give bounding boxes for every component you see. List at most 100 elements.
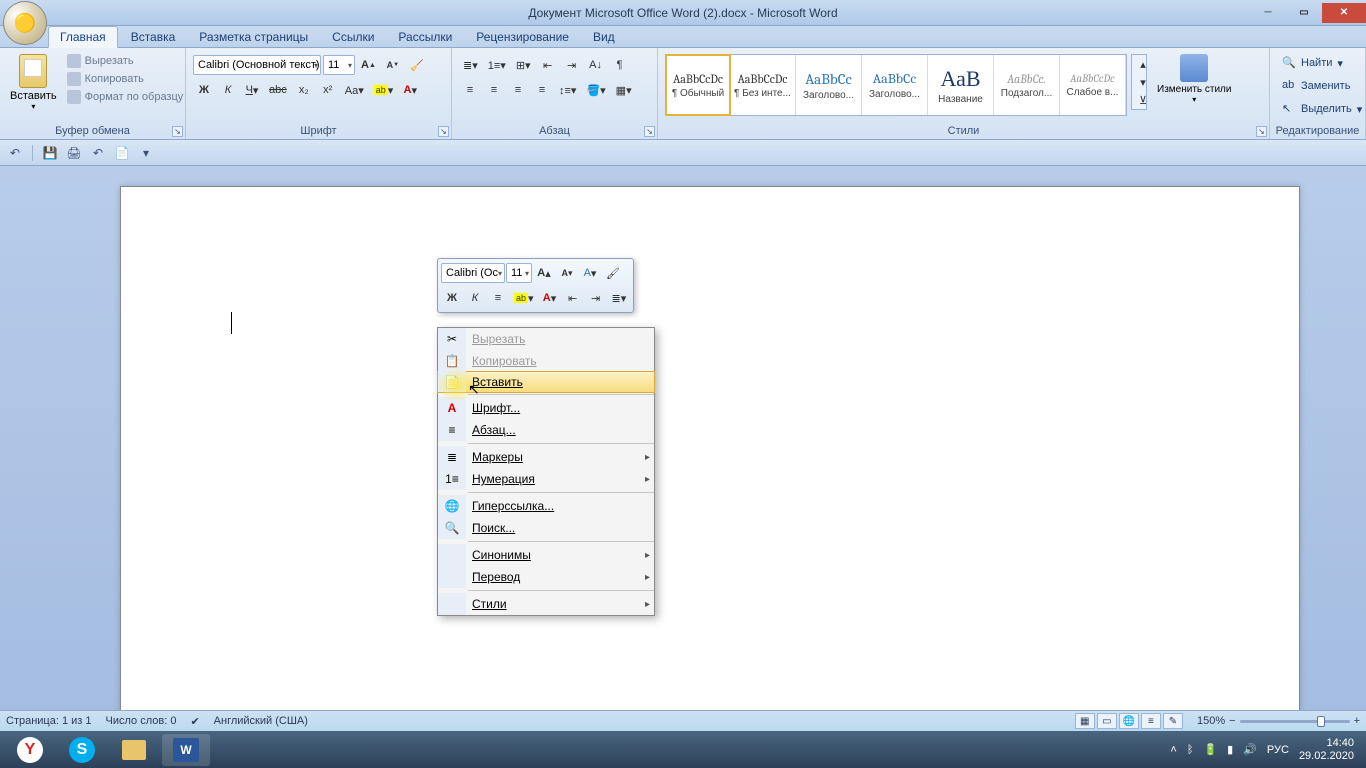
font-size-combo[interactable]: 11 (323, 55, 355, 75)
qat-new-button[interactable]: 📄 (113, 144, 131, 162)
ctx-bullets[interactable]: ≣ Маркеры ▸ (438, 446, 654, 468)
grow-font-button[interactable]: A▲ (357, 54, 380, 76)
status-proofing-icon[interactable]: ✔ (190, 715, 199, 728)
tray-battery-icon[interactable]: 🔋 (1203, 743, 1217, 756)
increase-indent-button[interactable]: ⇥ (561, 54, 583, 76)
tray-volume-icon[interactable]: 🔊 (1243, 743, 1257, 756)
align-left-button[interactable]: ≡ (459, 79, 481, 101)
copy-button[interactable]: Копировать (63, 70, 188, 88)
mini-format-painter[interactable]: 🖌 (602, 262, 624, 284)
borders-button[interactable]: ▦▾ (612, 79, 636, 101)
zoom-level[interactable]: 150% (1197, 715, 1225, 727)
style-item[interactable]: AaBbCcЗаголово... (796, 55, 862, 115)
tray-keyboard[interactable]: РУС (1267, 744, 1289, 756)
font-name-combo[interactable]: Calibri (Основной текст) (193, 55, 321, 75)
show-marks-button[interactable]: ¶ (609, 54, 631, 76)
numbering-button[interactable]: 1≡▾ (484, 54, 510, 76)
style-item[interactable]: АаВНазвание (928, 55, 994, 115)
style-item[interactable]: AaBbCcDc¶ Без инте... (730, 55, 796, 115)
qat-undo-button[interactable]: ↶ (6, 144, 24, 162)
format-painter-button[interactable]: Формат по образцу (63, 88, 188, 106)
tab-insert[interactable]: Вставка (120, 27, 187, 47)
status-page[interactable]: Страница: 1 из 1 (6, 715, 92, 727)
mini-size-combo[interactable]: 11 (506, 263, 532, 283)
font-color-button[interactable]: A▾ (399, 79, 421, 101)
mini-bullets[interactable]: ≣▾ (608, 287, 631, 309)
tray-chevron-icon[interactable]: ˄ (1170, 744, 1176, 756)
qat-print-button[interactable]: 🖨 (65, 144, 83, 162)
document-page[interactable] (120, 186, 1300, 731)
tab-view[interactable]: Вид (582, 27, 626, 47)
align-right-button[interactable]: ≡ (507, 79, 529, 101)
ctx-find[interactable]: 🔍 Поиск... (438, 517, 654, 539)
find-button[interactable]: 🔍Найти▾ (1276, 53, 1349, 73)
highlight-button[interactable]: ab▾ (370, 79, 398, 101)
qat-customize-button[interactable]: ▾ (137, 144, 155, 162)
decrease-indent-button[interactable]: ⇤ (537, 54, 559, 76)
mini-highlight[interactable]: ab▾ (510, 287, 538, 309)
ctx-paste[interactable]: 📄 Вставить (437, 371, 655, 393)
style-item[interactable]: AaBbCc.Подзагол... (994, 55, 1060, 115)
styles-launcher[interactable]: ↘ (1256, 126, 1267, 137)
paragraph-launcher[interactable]: ↘ (644, 126, 655, 137)
zoom-out-button[interactable]: − (1229, 715, 1235, 727)
view-outline[interactable]: ≡ (1141, 713, 1161, 729)
ctx-hyperlink[interactable]: 🌐 Гиперссылка... (438, 495, 654, 517)
change-case-button[interactable]: Aa▾ (341, 79, 368, 101)
shading-button[interactable]: 🪣▾ (582, 79, 609, 101)
ctx-synonyms[interactable]: Синонимы ▸ (438, 544, 654, 566)
minimize-button[interactable]: ─ (1250, 3, 1286, 23)
mini-font-color[interactable]: A▾ (539, 287, 561, 309)
styles-gallery[interactable]: AaBbCcDc¶ ОбычныйAaBbCcDc¶ Без инте...Aa… (665, 54, 1127, 116)
zoom-in-button[interactable]: + (1354, 715, 1360, 727)
clear-formatting-button[interactable]: 🧹 (406, 54, 428, 76)
underline-button[interactable]: Ч▾ (241, 79, 263, 101)
italic-button[interactable]: К (217, 79, 239, 101)
mini-shrink-button[interactable]: A▾ (556, 262, 578, 284)
ctx-numbering[interactable]: 1≡ Нумерация ▸ (438, 468, 654, 490)
qat-save-button[interactable]: 💾 (41, 144, 59, 162)
ctx-copy[interactable]: 📋 Копировать (438, 350, 654, 372)
subscript-button[interactable]: x₂ (293, 79, 315, 101)
maximize-button[interactable]: ▭ (1286, 3, 1322, 23)
justify-button[interactable]: ≡ (531, 79, 553, 101)
tab-home[interactable]: Главная (48, 26, 118, 48)
bullets-button[interactable]: ≣▾ (459, 54, 482, 76)
zoom-slider[interactable] (1240, 720, 1350, 723)
tab-layout[interactable]: Разметка страницы (188, 27, 319, 47)
align-center-button[interactable]: ≡ (483, 79, 505, 101)
mini-center[interactable]: ≡ (487, 287, 509, 309)
mini-decrease-indent[interactable]: ⇤ (562, 287, 584, 309)
mini-styles-button[interactable]: A▾ (579, 262, 601, 284)
change-styles-button[interactable]: Изменить стили ▾ (1151, 54, 1237, 104)
tray-network-icon[interactable]: ▮ (1227, 743, 1233, 756)
mini-italic[interactable]: К (464, 287, 486, 309)
taskbar-skype[interactable]: S (58, 734, 106, 766)
status-language[interactable]: Английский (США) (214, 715, 308, 727)
view-draft[interactable]: ✎ (1163, 713, 1183, 729)
tab-mailings[interactable]: Рассылки (387, 27, 463, 47)
tab-references[interactable]: Ссылки (321, 27, 385, 47)
strikethrough-button[interactable]: abc (265, 79, 291, 101)
ctx-cut[interactable]: ✂ Вырезать (438, 328, 654, 350)
taskbar-yandex[interactable]: Y (6, 734, 54, 766)
mini-bold[interactable]: Ж (441, 287, 463, 309)
tray-bluetooth-icon[interactable]: ᛒ (1187, 744, 1194, 756)
superscript-button[interactable]: x² (317, 79, 339, 101)
shrink-font-button[interactable]: A▼ (382, 54, 404, 76)
ctx-font[interactable]: A Шрифт... (438, 397, 654, 419)
ctx-paragraph[interactable]: ≡ Абзац... (438, 419, 654, 441)
style-item[interactable]: AaBbCcDcСлабое в... (1060, 55, 1126, 115)
mini-increase-indent[interactable]: ⇥ (585, 287, 607, 309)
sort-button[interactable]: A↓ (585, 54, 607, 76)
view-web-layout[interactable]: 🌐 (1119, 713, 1139, 729)
qat-undo2-button[interactable]: ↶ (89, 144, 107, 162)
taskbar-word[interactable]: W (162, 734, 210, 766)
style-item[interactable]: AaBbCcDc¶ Обычный (665, 54, 731, 116)
select-button[interactable]: ↖Выделить▾ (1276, 99, 1366, 119)
cut-button[interactable]: Вырезать (63, 52, 188, 70)
replace-button[interactable]: abЗаменить (1276, 76, 1356, 96)
mini-font-combo[interactable]: Calibri (Ос (441, 263, 505, 283)
taskbar-explorer[interactable] (110, 734, 158, 766)
paste-button[interactable]: Вставить ▾ (4, 50, 63, 115)
